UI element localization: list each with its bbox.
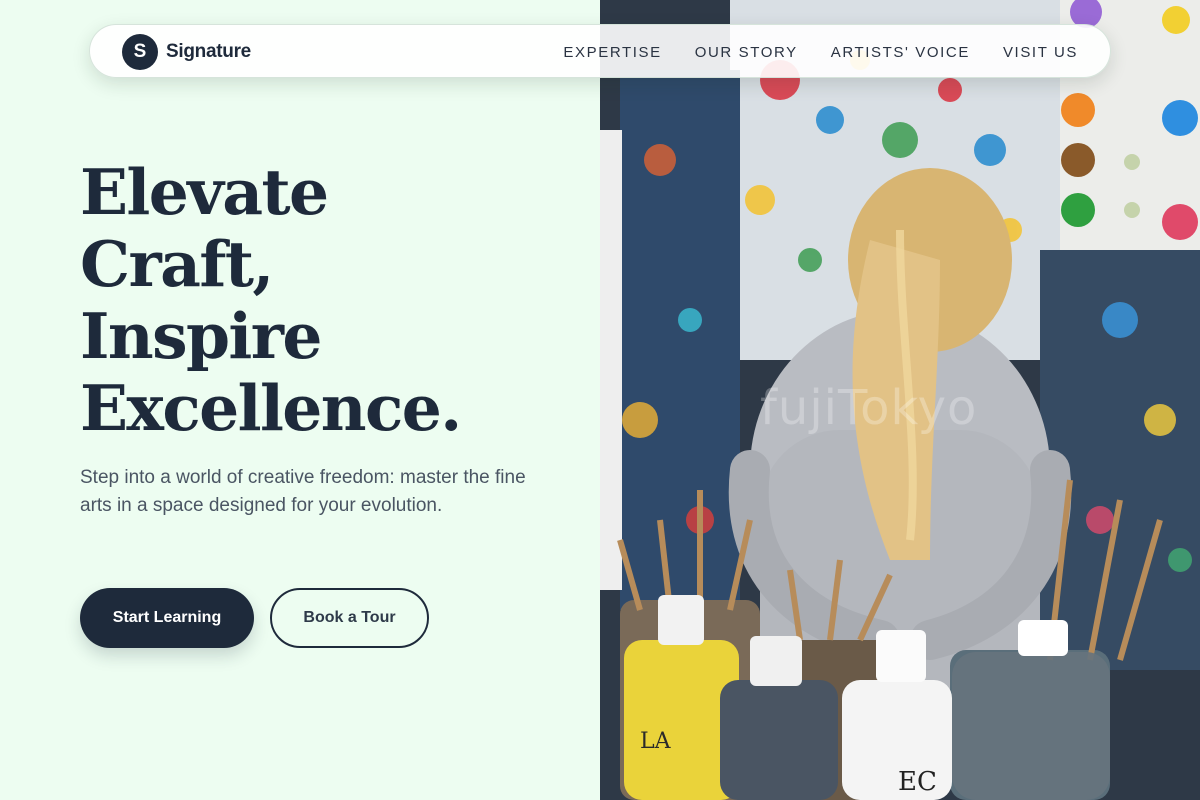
headline-line-2: Craft, — [80, 227, 274, 301]
svg-text:LA: LA — [640, 729, 672, 754]
start-learning-button[interactable]: Start Learning — [80, 588, 254, 648]
book-a-tour-label: Book a Tour — [303, 609, 396, 626]
nav-item-visit-us[interactable]: VISIT US — [1003, 44, 1078, 61]
nav-item-expertise[interactable]: EXPERTISE — [563, 44, 661, 61]
letter-badge-icon: S — [122, 34, 158, 70]
headline-line-1: Elevate — [80, 155, 329, 229]
hero-headline: Elevate Craft, Inspire Excellence. — [80, 156, 560, 444]
top-navbar: S Signature EXPERTISE OUR STORY ARTISTS'… — [89, 24, 1111, 78]
svg-text:EC: EC — [898, 767, 937, 797]
image-watermark: fujiTokyo — [760, 380, 978, 436]
brand-logo[interactable]: S Signature — [122, 34, 251, 70]
book-a-tour-button[interactable]: Book a Tour — [270, 588, 429, 648]
headline-line-4: Excellence. — [80, 371, 462, 445]
nav-item-artists-voice[interactable]: ARTISTS' VOICE — [831, 44, 970, 61]
headline-line-3: Inspire — [80, 299, 322, 373]
hero-text-panel: Elevate Craft, Inspire Excellence. Step … — [0, 0, 600, 800]
hero-subtitle: Step into a world of creative freedom: m… — [80, 467, 526, 516]
nav-item-our-story[interactable]: OUR STORY — [695, 44, 798, 61]
brand-name: Signature — [166, 41, 251, 62]
nav-menu: EXPERTISE OUR STORY ARTISTS' VOICE VISIT… — [563, 25, 1078, 79]
